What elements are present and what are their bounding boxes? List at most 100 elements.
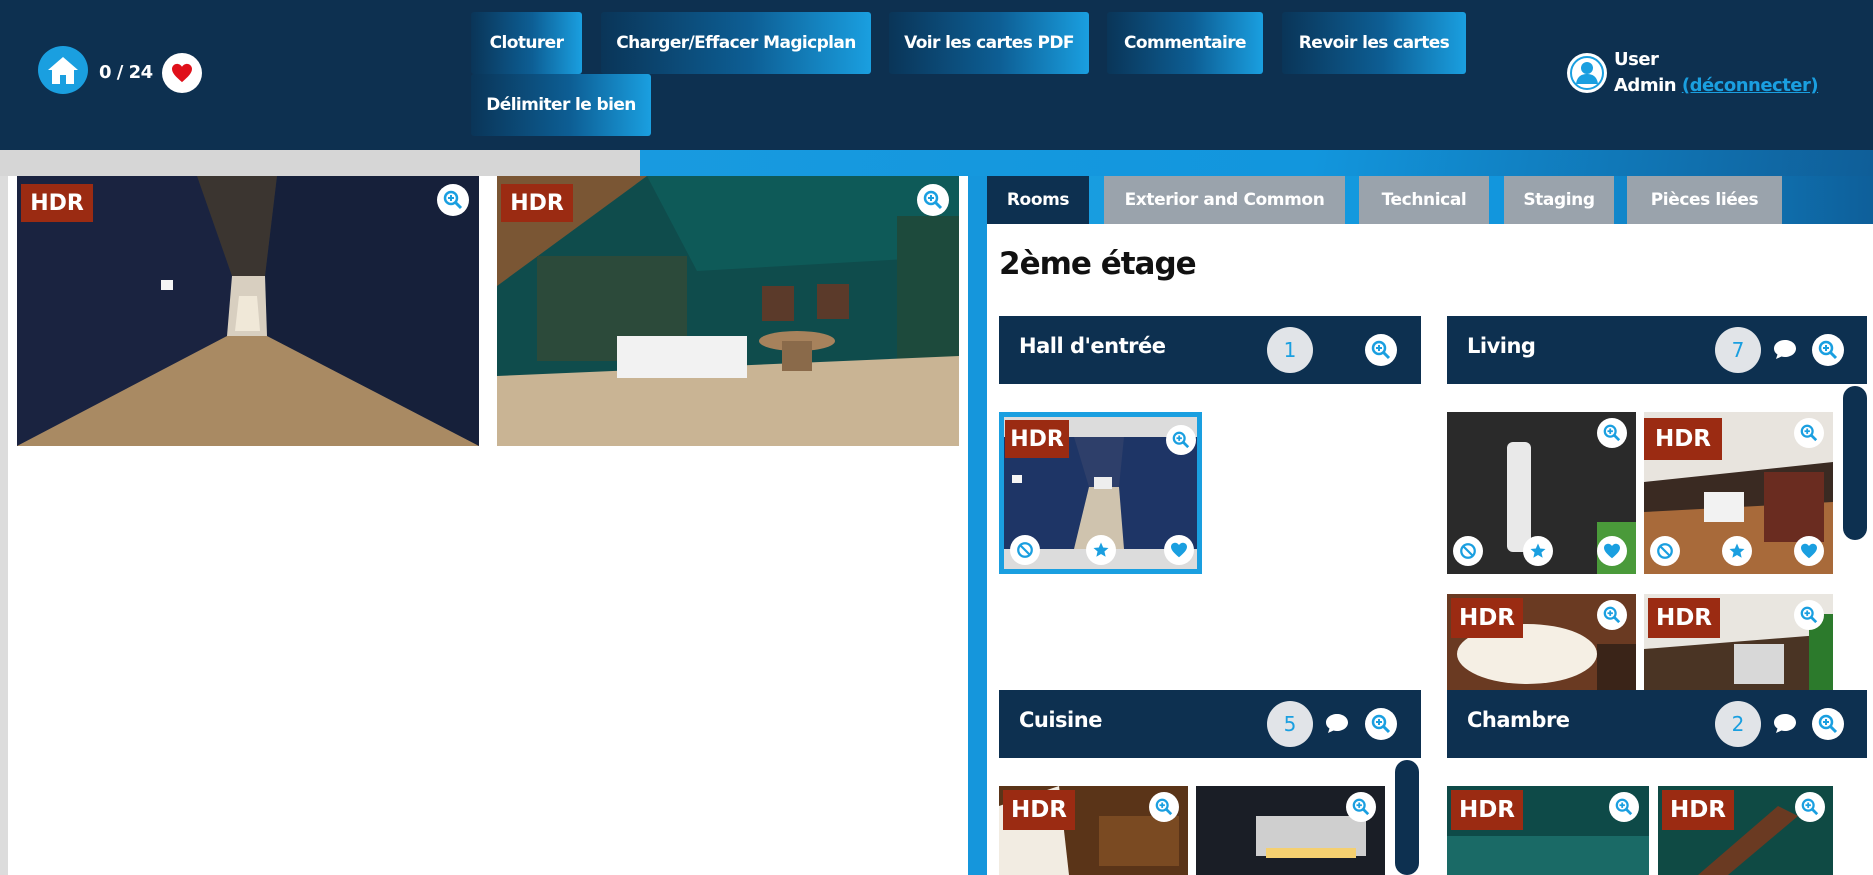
photo-counter: 0 / 24 [99,62,153,83]
zoom-in-icon [1615,798,1633,816]
photo-count-badge: 2 [1715,701,1761,747]
zoom-in-icon [1155,798,1173,816]
photo-thumbnail[interactable] [1196,786,1385,875]
ban-icon [1460,543,1476,559]
zoom-button[interactable] [1149,792,1179,822]
room-header-hall[interactable]: Hall d'entrée 1 [999,316,1421,384]
zoom-button[interactable] [1794,600,1824,630]
exclude-button[interactable] [1010,535,1040,565]
favorites-button[interactable] [162,53,202,93]
floor-title: 2ème étage [999,246,1197,282]
zoom-button[interactable] [437,184,469,216]
photo-count-badge: 7 [1715,327,1761,373]
tab-technical[interactable]: Technical [1359,176,1489,224]
user-icon [1570,56,1604,90]
zoom-button[interactable] [1597,418,1627,448]
hdr-badge: HDR [1648,598,1720,638]
user-line2: Admin (déconnecter) [1614,73,1819,99]
review-cards-button[interactable]: Revoir les cartes [1282,12,1466,74]
tab-exterior-common[interactable]: Exterior and Common [1104,176,1345,224]
zoom-in-icon [1172,431,1190,449]
cuisine-scrollbar[interactable] [1395,760,1419,875]
room-header-cuisine[interactable]: Cuisine 5 [999,690,1421,758]
magicplan-button[interactable]: Charger/Effacer Magicplan [601,12,871,74]
living-scrollbar[interactable] [1843,386,1867,540]
photo-bedroom[interactable]: HDR [497,176,959,446]
room-zoom-button[interactable] [1812,334,1844,366]
zoom-in-icon [1371,340,1391,360]
user-avatar [1567,53,1607,93]
tab-rooms[interactable]: Rooms [987,176,1089,224]
star-button[interactable] [1722,536,1752,566]
zoom-button[interactable] [1794,418,1824,448]
zoom-in-icon [1801,798,1819,816]
zoom-in-icon [1352,798,1370,816]
photo-thumbnail[interactable]: HDR [1658,786,1833,875]
hdr-badge: HDR [1005,420,1069,458]
room-zoom-button[interactable] [1365,334,1397,366]
room-name: Living [1467,334,1536,358]
photo-count-badge: 1 [1267,327,1313,373]
photo-count-badge: 5 [1267,701,1313,747]
comment-icon[interactable] [1325,712,1349,734]
zoom-button[interactable] [1795,792,1825,822]
heart-icon [1171,542,1187,558]
delimit-property-button[interactable]: Délimiter le bien [471,74,651,136]
photo-thumbnail[interactable]: HDR [1644,594,1833,690]
photo-thumbnail[interactable]: HDR [999,786,1188,875]
favorite-button[interactable] [1597,536,1627,566]
room-zoom-button[interactable] [1812,708,1844,740]
star-button[interactable] [1086,535,1116,565]
zoom-button[interactable] [1346,792,1376,822]
photo-thumbnail-selected[interactable]: HDR [999,412,1202,574]
star-icon [1729,543,1745,558]
room-header-living[interactable]: Living 7 [1447,316,1867,384]
photo-thumbnail[interactable]: HDR [1644,412,1833,574]
hdr-badge: HDR [1644,418,1722,460]
room-header-chambre[interactable]: Chambre 2 [1447,690,1867,758]
ban-icon [1657,543,1673,559]
tab-staging[interactable]: Staging [1504,176,1614,224]
zoom-button[interactable] [1166,425,1196,455]
exclude-button[interactable] [1650,536,1680,566]
logout-link[interactable]: (déconnecter) [1682,75,1819,96]
photo-thumbnail[interactable]: HDR [1447,594,1636,690]
comment-button[interactable]: Commentaire [1107,12,1263,74]
zoom-in-icon [1371,714,1391,734]
hdr-badge: HDR [1662,790,1734,830]
room-zoom-button[interactable] [1365,708,1397,740]
zoom-button[interactable] [1597,600,1627,630]
star-button[interactable] [1523,536,1553,566]
heart-icon [1801,543,1817,559]
photo-thumbnail[interactable] [1447,412,1636,574]
hdr-badge: HDR [1451,598,1523,638]
zoom-button[interactable] [917,184,949,216]
user-name: Admin [1614,75,1677,96]
hdr-badge: HDR [21,184,93,222]
pdf-cards-button[interactable]: Voir les cartes PDF [889,12,1089,74]
photo-corridor[interactable]: HDR [17,176,479,446]
comment-icon[interactable] [1773,712,1797,734]
room-name: Cuisine [1019,708,1102,732]
home-button[interactable] [38,46,88,94]
star-icon [1530,543,1546,558]
favorite-button[interactable] [1164,535,1194,565]
zoom-in-icon [1603,606,1621,624]
home-icon [48,57,78,84]
favorite-button[interactable] [1794,536,1824,566]
photo-thumbnail[interactable]: HDR [1447,786,1649,875]
room-name: Chambre [1467,708,1570,732]
exclude-button[interactable] [1453,536,1483,566]
user-line1: User [1614,49,1659,70]
tab-linked-rooms[interactable]: Pièces liées [1627,176,1782,224]
progress-fill [0,150,640,176]
hdr-badge: HDR [1003,790,1075,830]
hdr-badge: HDR [1451,790,1523,830]
zoom-button[interactable] [1609,792,1639,822]
zoom-in-icon [1800,424,1818,442]
ban-icon [1017,542,1033,558]
comment-icon[interactable] [1773,338,1797,360]
cloturer-button[interactable]: Cloturer [471,12,582,74]
room-name: Hall d'entrée [1019,334,1166,358]
heart-icon [1604,543,1620,559]
